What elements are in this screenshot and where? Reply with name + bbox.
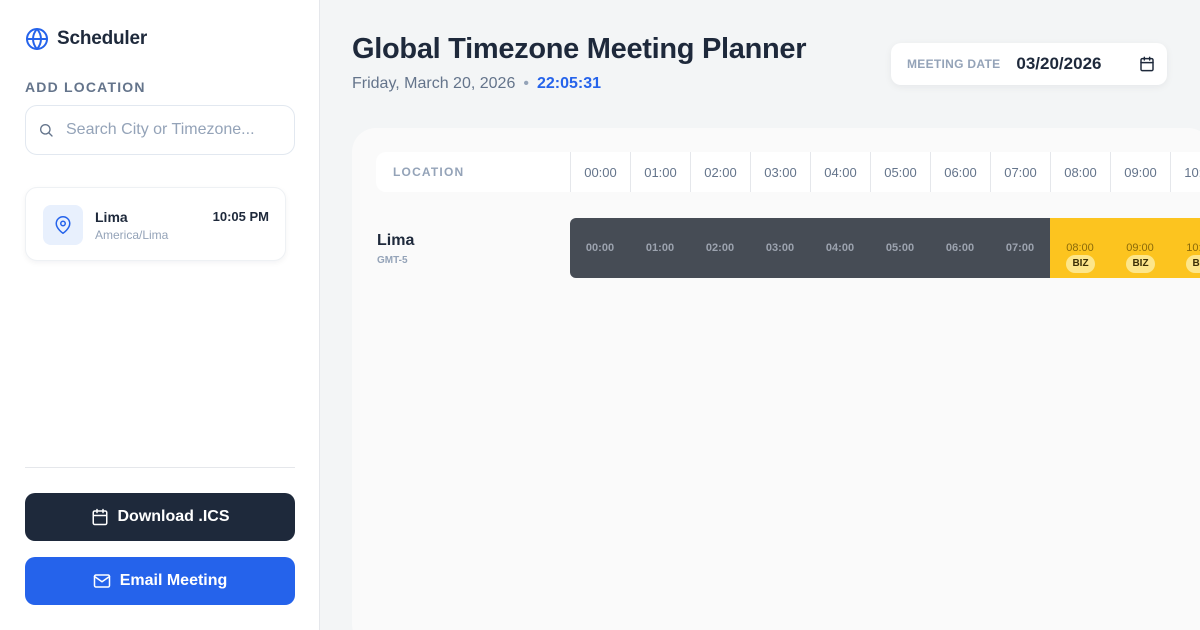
meeting-date-label: MEETING DATE (907, 57, 1001, 71)
location-pin-icon (43, 205, 83, 245)
hour-cell[interactable]: 03:00 (750, 218, 810, 278)
hour-header: 00:00 (570, 152, 630, 192)
hour-timeline: 00:00 01:00 02:00 03:00 04:00 05:00 06:00 07:00… (570, 218, 1200, 278)
search-input[interactable] (66, 121, 286, 139)
business-hours-badge: BIZ (1126, 255, 1155, 273)
hour-header: 06:00 (930, 152, 990, 192)
hour-cell-label: 08:00 (1066, 242, 1094, 254)
hour-cell-label: 02:00 (705, 242, 735, 254)
mail-icon (93, 572, 111, 590)
hour-cell-label: 09:00 (1126, 242, 1154, 254)
brand[interactable]: Scheduler (25, 27, 147, 51)
calendar-icon (91, 508, 109, 526)
business-hours-badge: BIZ (1066, 255, 1095, 273)
current-datetime: Friday, March 20, 2026 • 22:05:31 (352, 75, 601, 93)
current-date: Friday, March 20, 2026 (352, 75, 516, 92)
hour-cell[interactable]: 09:00 BIZ (1110, 218, 1170, 278)
hour-header: 03:00 (750, 152, 810, 192)
hour-cell[interactable]: 04:00 (810, 218, 870, 278)
hour-cell[interactable]: 02:00 (690, 218, 750, 278)
timezone-grid: LOCATION 00:00 01:00 02:00 03:00 04:00 05:00 0… (352, 128, 1200, 630)
hour-header: 07:00 (990, 152, 1050, 192)
hour-header: 08:00 (1050, 152, 1110, 192)
hour-header: 02:00 (690, 152, 750, 192)
download-ics-label: Download .ICS (117, 508, 230, 525)
add-location-label: ADD LOCATION (25, 79, 146, 95)
hour-cell[interactable]: 08:00 BIZ (1050, 218, 1110, 278)
location-time: 10:05 PM (212, 209, 269, 224)
hour-cell[interactable]: 01:00 (630, 218, 690, 278)
download-ics-button[interactable]: Download .ICS (25, 493, 295, 541)
location-card-lima[interactable]: Lima America/Lima 10:05 PM (25, 187, 286, 261)
meeting-date-value[interactable]: 03/20/2026 (1016, 54, 1101, 74)
row-gmt-offset: GMT-5 (377, 255, 408, 266)
location-timezone: America/Lima (95, 228, 169, 242)
hour-cell-label: 03:00 (765, 242, 795, 254)
hour-cell[interactable]: 05:00 (870, 218, 930, 278)
search-box[interactable] (25, 105, 295, 155)
hour-header: 05:00 (870, 152, 930, 192)
meeting-date-picker[interactable]: MEETING DATE 03/20/2026 (891, 43, 1167, 85)
page-title: Global Timezone Meeting Planner (352, 33, 807, 65)
sidebar: Scheduler ADD LOCATION Lima America/Lima… (0, 0, 320, 630)
hour-cell-label: 00:00 (585, 242, 615, 254)
location-column-header: LOCATION (393, 165, 465, 179)
search-icon (38, 122, 54, 138)
hour-header: 09:00 (1110, 152, 1170, 192)
separator-dot: • (523, 75, 529, 92)
globe-icon (25, 27, 49, 51)
hour-cell[interactable]: 06:00 (930, 218, 990, 278)
email-meeting-button[interactable]: Email Meeting (25, 557, 295, 605)
hour-cell-label: 05:00 (885, 242, 915, 254)
hour-cell-label: 04:00 (825, 242, 855, 254)
hour-header: 04:00 (810, 152, 870, 192)
row-location-name: Lima (377, 232, 415, 249)
sidebar-divider (25, 467, 295, 468)
hour-header: 01:00 (630, 152, 690, 192)
hour-cell-label: 10:00 (1186, 242, 1200, 254)
hour-cell[interactable]: 07:00 (990, 218, 1050, 278)
brand-name: Scheduler (57, 28, 148, 49)
hour-cell-label: 07:00 (1005, 242, 1035, 254)
calendar-picker-icon[interactable] (1139, 56, 1155, 72)
grid-header-row: LOCATION 00:00 01:00 02:00 03:00 04:00 05:00 0… (376, 152, 1200, 192)
live-clock: 22:05:31 (536, 75, 601, 92)
hour-cell[interactable]: 00:00 (570, 218, 630, 278)
hour-header: 10:00 (1170, 152, 1200, 192)
email-meeting-label: Email Meeting (119, 572, 228, 589)
business-hours-badge: BIZ (1186, 255, 1200, 273)
hour-cell-label: 06:00 (945, 242, 975, 254)
hour-cell[interactable]: 10:00BIZ (1170, 218, 1200, 278)
location-name: Lima (95, 209, 128, 225)
hour-cell-label: 01:00 (645, 242, 675, 254)
